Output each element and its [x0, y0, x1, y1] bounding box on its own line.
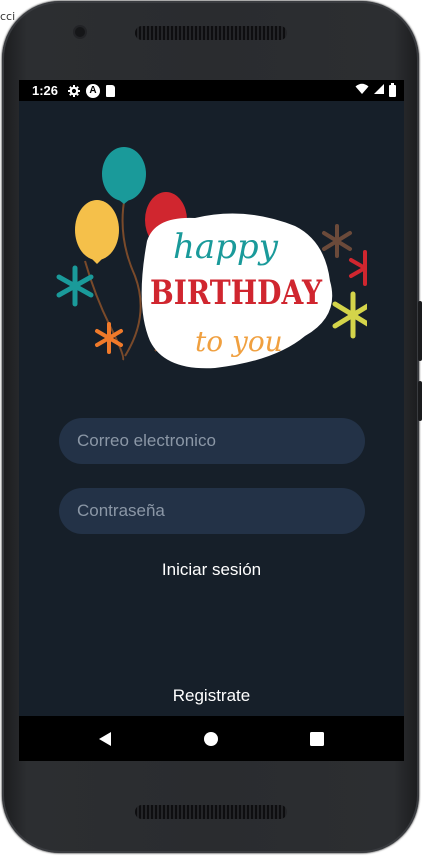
birthday-text: BIRTHDAY	[150, 273, 323, 313]
login-button[interactable]: Iniciar sesión	[19, 560, 404, 580]
phone-frame: 1:26 A happy BIRTHDAY to you Correo elec…	[2, 1, 422, 853]
power-button	[418, 381, 422, 421]
sd-card-icon	[106, 84, 116, 97]
navigation-bar	[19, 716, 404, 761]
gear-icon	[68, 84, 81, 97]
home-icon	[204, 731, 218, 746]
recents-button[interactable]	[287, 716, 347, 761]
back-icon	[99, 731, 111, 746]
brown-star-icon	[322, 224, 352, 258]
front-camera	[75, 27, 85, 37]
password-field[interactable]	[59, 488, 365, 534]
top-speaker	[135, 26, 287, 40]
register-button[interactable]: Registrate	[19, 686, 404, 706]
background-window-text: cci	[0, 10, 16, 23]
status-time: 1:26	[32, 83, 59, 98]
yellow-star-icon	[332, 291, 367, 339]
volume-button	[418, 301, 422, 361]
battery-icon	[389, 82, 396, 97]
wifi-icon	[355, 83, 369, 98]
red-star-icon	[349, 250, 367, 286]
teal-star-icon	[56, 265, 94, 307]
signal-icon	[373, 83, 385, 98]
bottom-speaker	[135, 805, 287, 819]
back-button[interactable]	[75, 716, 135, 761]
to-you-text: to you	[195, 325, 283, 358]
app-screen: 1:26 A happy BIRTHDAY to you Correo elec…	[19, 80, 404, 761]
a-icon: A	[86, 83, 101, 98]
email-field[interactable]	[59, 418, 365, 464]
happy-birthday-image: happy BIRTHDAY to you	[56, 147, 367, 369]
happy-text: happy	[173, 227, 279, 267]
orange-star-icon	[95, 322, 123, 354]
status-bar: 1:26 A	[19, 80, 404, 101]
recents-icon	[310, 731, 324, 746]
home-button[interactable]	[181, 716, 241, 761]
